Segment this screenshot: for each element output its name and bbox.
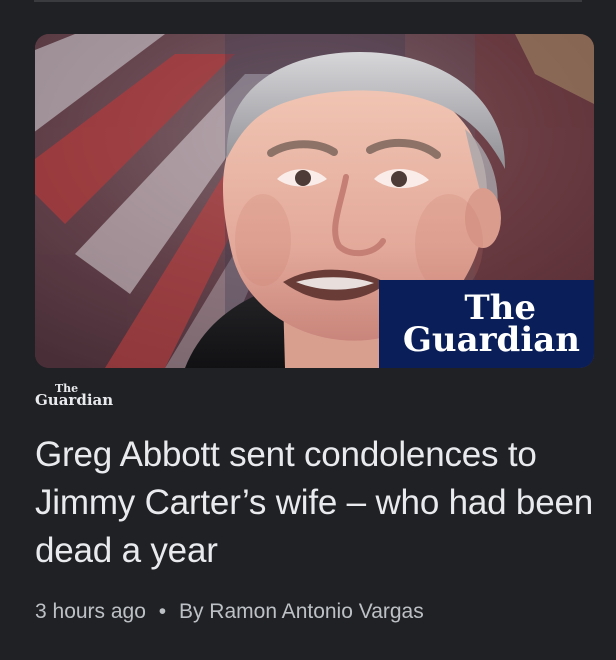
article-timestamp: 3 hours ago — [35, 600, 146, 623]
meta-separator: • — [158, 600, 167, 623]
guardian-image-badge: The Guardian — [379, 280, 594, 368]
guardian-badge-line2: Guardian — [402, 320, 580, 360]
source-logo-line2: Guardian — [35, 390, 114, 409]
article-image[interactable]: The Guardian — [35, 34, 594, 368]
guardian-logo-icon[interactable]: The Guardian — [35, 383, 125, 412]
article-byline: By Ramon Antonio Vargas — [178, 600, 424, 623]
news-card[interactable]: The Guardian The Guardian Greg Abbott se… — [0, 0, 616, 660]
article-meta: 3 hours ago • By Ramon Antonio Vargas — [35, 600, 424, 624]
article-headline[interactable]: Greg Abbott sent condolences to Jimmy Ca… — [35, 431, 595, 575]
